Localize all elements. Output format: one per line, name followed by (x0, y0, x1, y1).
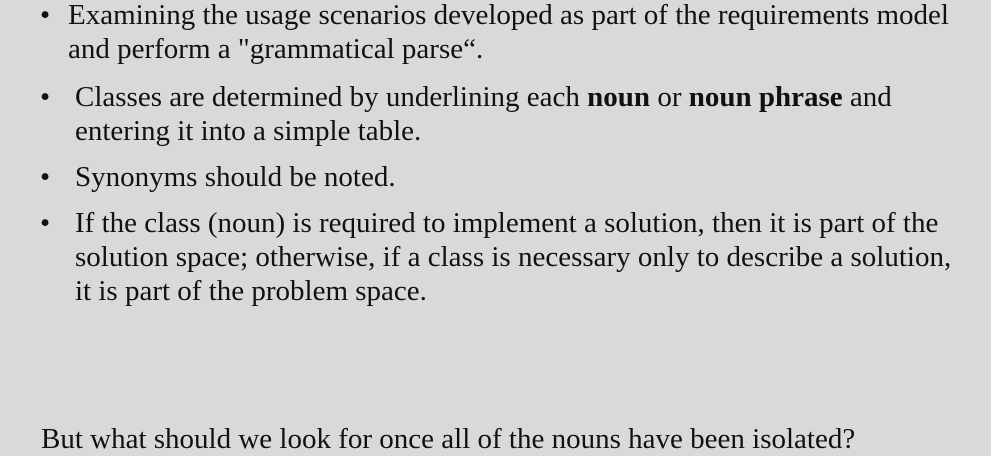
bullet-dot-icon: • (40, 207, 51, 239)
bullet-item-classes: • Classes are determined by underlining … (40, 80, 970, 148)
bullet-dot-icon: • (40, 81, 51, 113)
bold-noun: noun (587, 81, 651, 113)
bullet-item-grammatical-parse: • Examining the usage scenarios develope… (40, 0, 970, 66)
bullet-dot-icon: • (40, 161, 51, 193)
bullet-item-solution-space: • If the class (noun) is required to imp… (40, 206, 970, 308)
bullet-text: Classes are determined by underlining ea… (75, 81, 892, 147)
bullet-item-synonyms: • Synonyms should be noted. (40, 160, 970, 194)
bold-noun-phrase: noun phrase (688, 81, 843, 113)
slide-content: • Examining the usage scenarios develope… (0, 0, 991, 455)
bullet-list: • Examining the usage scenarios develope… (40, 0, 970, 320)
footer-question: But what should we look for once all of … (41, 423, 856, 455)
bullet-text: If the class (noun) is required to imple… (75, 207, 952, 307)
bullet-text: Examining the usage scenarios developed … (68, 0, 949, 65)
bullet-text: Synonyms should be noted. (75, 161, 396, 193)
bullet-dot-icon: • (40, 0, 51, 31)
